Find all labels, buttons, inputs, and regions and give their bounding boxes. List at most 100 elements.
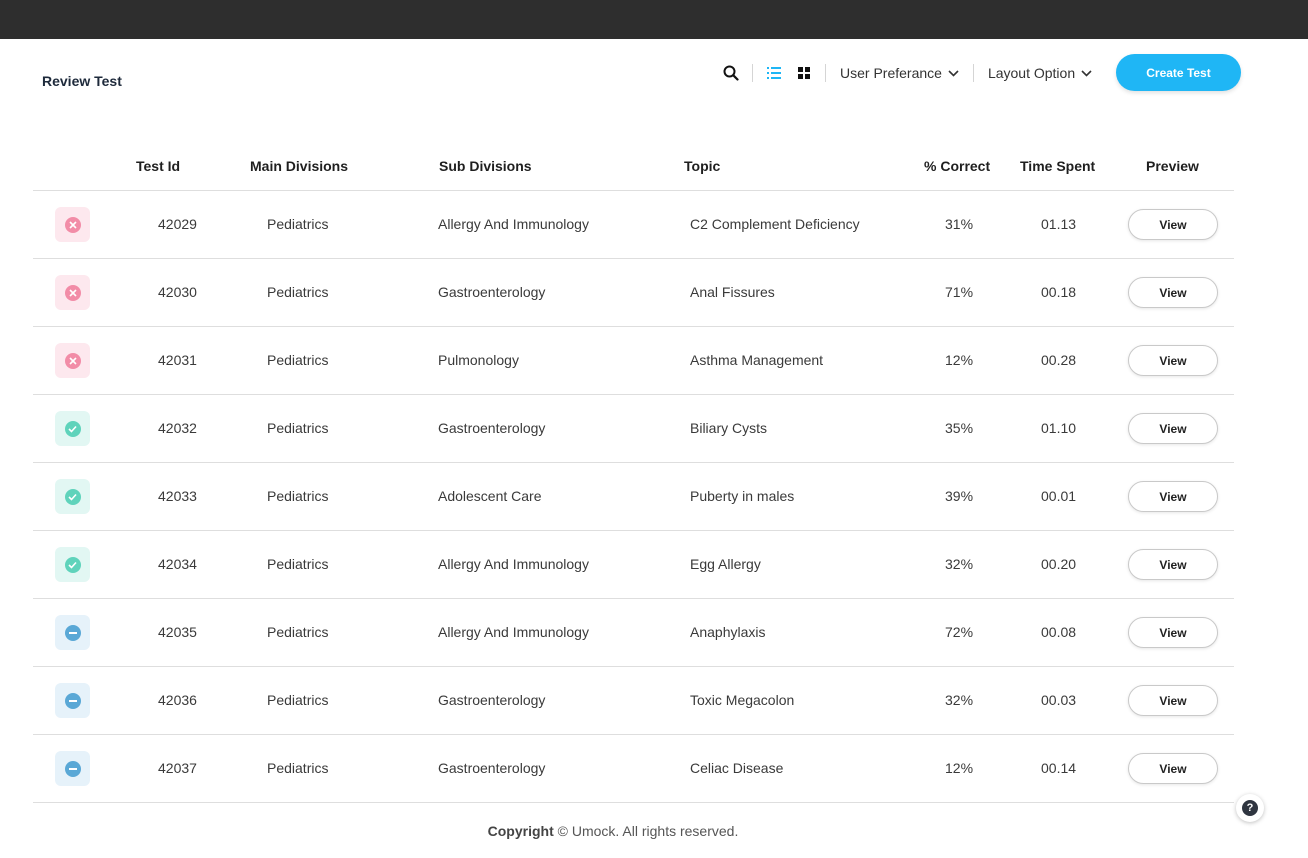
- user-preference-dropdown[interactable]: User Preferance: [832, 65, 967, 81]
- main-division-cell: Pediatrics: [267, 692, 329, 708]
- status-badge: [55, 343, 90, 378]
- topic-cell: Anaphylaxis: [690, 624, 766, 640]
- results-table: Test Id Main Divisions Sub Divisions Top…: [33, 142, 1234, 803]
- view-button[interactable]: View: [1128, 277, 1218, 308]
- column-header-percent-correct: % Correct: [924, 158, 991, 174]
- view-button[interactable]: View: [1128, 753, 1218, 784]
- sub-division-cell: Gastroenterology: [438, 692, 546, 708]
- column-header-preview: Preview: [1146, 158, 1199, 174]
- sub-division-cell: Pulmonology: [438, 352, 519, 368]
- user-preference-label: User Preferance: [840, 65, 942, 81]
- list-view-icon[interactable]: [759, 58, 789, 88]
- percent-correct-cell: 31%: [945, 216, 974, 232]
- test-id-cell: 42032: [158, 420, 197, 436]
- status-badge: [55, 683, 90, 718]
- table-row: 42035 Pediatrics Allergy And Immunology Ana…: [33, 599, 1234, 667]
- check-icon: [64, 420, 81, 437]
- check-icon: [64, 488, 81, 505]
- test-id-cell: 42029: [158, 216, 197, 232]
- close-icon: [64, 284, 81, 301]
- sub-division-cell: Allergy And Immunology: [438, 216, 589, 232]
- minus-icon: [64, 692, 81, 709]
- status-badge: [55, 275, 90, 310]
- percent-correct-cell: 12%: [945, 760, 974, 776]
- time-spent-cell: 00.01: [1041, 488, 1077, 504]
- test-id-cell: 42031: [158, 352, 197, 368]
- percent-correct-cell: 39%: [945, 488, 974, 504]
- view-button[interactable]: View: [1128, 345, 1218, 376]
- status-badge: [55, 547, 90, 582]
- percent-correct-cell: 32%: [945, 692, 974, 708]
- view-button[interactable]: View: [1128, 617, 1218, 648]
- time-spent-cell: 00.18: [1041, 284, 1077, 300]
- main-division-cell: Pediatrics: [267, 760, 329, 776]
- topic-cell: Celiac Disease: [690, 760, 784, 776]
- divider: [972, 64, 974, 82]
- copyright-bold: Copyright: [487, 823, 554, 839]
- chevron-down-icon: [1081, 69, 1092, 77]
- main-division-cell: Pediatrics: [267, 556, 329, 572]
- layout-option-dropdown[interactable]: Layout Option: [980, 65, 1100, 81]
- time-spent-cell: 00.14: [1041, 760, 1077, 776]
- main-division-cell: Pediatrics: [267, 624, 329, 640]
- sub-division-cell: Gastroenterology: [438, 420, 546, 436]
- status-badge: [55, 411, 90, 446]
- table-row: 42031 Pediatrics Pulmonology Asthma Managem…: [33, 327, 1234, 395]
- test-id-cell: 42034: [158, 556, 197, 572]
- time-spent-cell: 00.03: [1041, 692, 1077, 708]
- check-icon: [64, 556, 81, 573]
- top-bar: [0, 0, 1308, 39]
- percent-correct-cell: 12%: [945, 352, 974, 368]
- table-row: 42033 Pediatrics Adolescent Care Puberty in…: [33, 463, 1234, 531]
- test-id-cell: 42030: [158, 284, 197, 300]
- main-division-cell: Pediatrics: [267, 488, 329, 504]
- main-division-cell: Pediatrics: [267, 284, 329, 300]
- page-title: Review Test: [42, 73, 122, 89]
- time-spent-cell: 00.20: [1041, 556, 1077, 572]
- test-id-cell: 42033: [158, 488, 197, 504]
- search-icon[interactable]: [716, 58, 746, 88]
- time-spent-cell: 00.08: [1041, 624, 1077, 640]
- time-spent-cell: 00.28: [1041, 352, 1077, 368]
- status-badge: [55, 615, 90, 650]
- main-division-cell: Pediatrics: [267, 420, 329, 436]
- copyright-text: © Umock. All rights reserved.: [557, 823, 739, 839]
- table-row: 42037 Pediatrics Gastroenterology Celiac Di…: [33, 735, 1234, 803]
- sub-division-cell: Allergy And Immunology: [438, 556, 589, 572]
- sub-division-cell: Adolescent Care: [438, 488, 542, 504]
- time-spent-cell: 01.10: [1041, 420, 1077, 436]
- test-id-cell: 42035: [158, 624, 197, 640]
- view-button[interactable]: View: [1128, 685, 1218, 716]
- view-button[interactable]: View: [1128, 209, 1218, 240]
- column-header-test-id: Test Id: [136, 158, 181, 174]
- create-test-button[interactable]: Create Test: [1116, 54, 1241, 91]
- topic-cell: Egg Allergy: [690, 556, 761, 572]
- topic-cell: Anal Fissures: [690, 284, 775, 300]
- chevron-down-icon: [948, 69, 959, 77]
- table-row: 42032 Pediatrics Gastroenterology Biliary C…: [33, 395, 1234, 463]
- minus-icon: [64, 760, 81, 777]
- percent-correct-cell: 32%: [945, 556, 974, 572]
- test-id-cell: 42036: [158, 692, 197, 708]
- percent-correct-cell: 71%: [945, 284, 974, 300]
- column-header-time-spent: Time Spent: [1020, 158, 1096, 174]
- status-badge: [55, 751, 90, 786]
- view-button[interactable]: View: [1128, 481, 1218, 512]
- grid-view-icon[interactable]: [789, 58, 819, 88]
- sub-division-cell: Gastroenterology: [438, 284, 546, 300]
- table-header: Test Id Main Divisions Sub Divisions Top…: [33, 142, 1234, 191]
- column-header-sub-divisions: Sub Divisions: [439, 158, 532, 174]
- table-row: 42034 Pediatrics Allergy And Immunology Egg…: [33, 531, 1234, 599]
- sub-division-cell: Allergy And Immunology: [438, 624, 589, 640]
- divider: [752, 64, 753, 82]
- table-row: 42030 Pediatrics Gastroenterology Anal Fiss…: [33, 259, 1234, 327]
- view-button[interactable]: View: [1128, 549, 1218, 580]
- topic-cell: Toxic Megacolon: [690, 692, 795, 708]
- close-icon: [64, 216, 81, 233]
- help-button[interactable]: ?: [1236, 794, 1264, 822]
- percent-correct-cell: 35%: [945, 420, 974, 436]
- view-button[interactable]: View: [1128, 413, 1218, 444]
- status-badge: [55, 479, 90, 514]
- status-badge: [55, 207, 90, 242]
- topic-cell: Biliary Cysts: [690, 420, 768, 436]
